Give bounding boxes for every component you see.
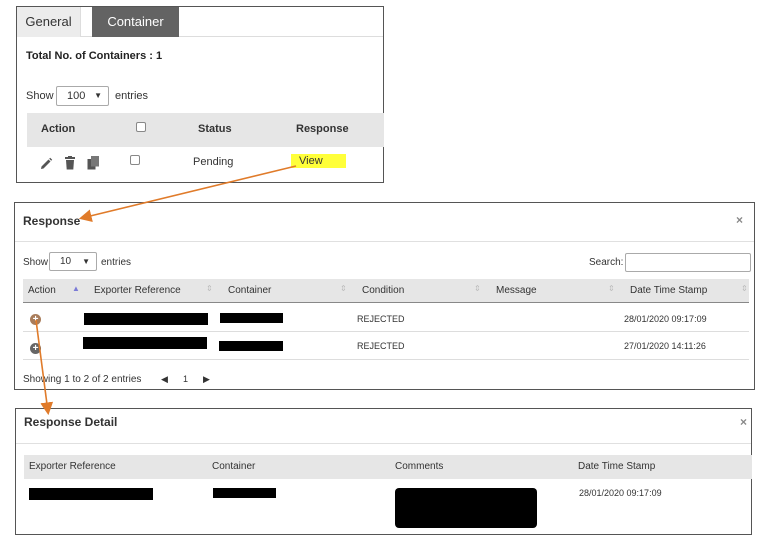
header-status: Status	[198, 123, 232, 135]
caret-down-icon: ▼	[94, 91, 102, 100]
show-label: Show	[23, 257, 49, 268]
entries-select[interactable]: 10 ▼	[49, 252, 97, 271]
redacted-container	[220, 313, 283, 323]
entries-select-value: 100	[67, 90, 86, 102]
sort-asc-icon: ▲	[72, 284, 80, 293]
table-row: + REJECTED 27/01/2020 14:11:26	[23, 332, 749, 360]
sort-icon: ⇕	[741, 284, 748, 293]
close-icon[interactable]: ×	[736, 213, 743, 227]
search-input[interactable]	[625, 253, 751, 272]
header-exporter-reference: Exporter Reference	[29, 461, 116, 472]
row-condition: REJECTED	[357, 341, 405, 351]
redacted-container	[219, 341, 283, 351]
redacted-comments	[395, 488, 537, 528]
row-timestamp: 28/01/2020 09:17:09	[624, 314, 707, 324]
header-action[interactable]: Action	[28, 285, 56, 296]
header-response: Response	[296, 123, 349, 135]
tab-container[interactable]: Container	[92, 7, 179, 37]
sort-icon: ⇕	[608, 284, 615, 293]
table-row: 28/01/2020 09:17:09	[24, 479, 752, 535]
header-date-time-stamp[interactable]: Date Time Stamp	[630, 285, 707, 296]
response-detail-title: Response Detail	[24, 415, 118, 429]
table-info: Showing 1 to 2 of 2 entries	[23, 374, 142, 385]
table-row: + REJECTED 28/01/2020 09:17:09	[23, 304, 749, 332]
sort-icon: ⇕	[474, 284, 481, 293]
entries-control: Show 100 ▼ entries	[26, 86, 148, 111]
container-panel: General Container Total No. of Container…	[16, 6, 384, 183]
header-comments: Comments	[395, 461, 444, 472]
expand-plus-icon[interactable]: +	[30, 343, 41, 354]
response-modal: Response × Show 10 ▼ entries Search: Act…	[14, 202, 755, 390]
response-view-link[interactable]: View	[291, 154, 346, 168]
search-label: Search:	[589, 257, 624, 268]
close-icon[interactable]: ×	[740, 415, 747, 429]
next-page-icon[interactable]: ▶	[203, 374, 210, 385]
total-containers-label: Total No. of Containers : 1	[26, 50, 163, 62]
title-divider	[16, 443, 751, 444]
redacted-container	[213, 488, 276, 498]
row-checkbox[interactable]	[130, 155, 140, 165]
table-header: Action Status Response	[27, 113, 384, 147]
title-divider	[15, 241, 754, 242]
header-exporter-reference[interactable]: Exporter Reference	[94, 285, 181, 296]
header-action: Action	[41, 123, 76, 135]
select-all-checkbox[interactable]	[136, 122, 146, 132]
row-status: Pending	[193, 156, 234, 168]
row-timestamp: 28/01/2020 09:17:09	[579, 488, 662, 498]
response-detail-modal: Response Detail × Exporter Reference Con…	[15, 408, 752, 535]
header-container: Container	[212, 461, 256, 472]
redacted-exporter-reference	[83, 337, 207, 349]
table-header: Action ▲ Exporter Reference ⇕ Container …	[23, 279, 749, 303]
page-1-button[interactable]: 1	[183, 374, 188, 384]
tab-general[interactable]: General	[17, 7, 81, 37]
show-label: Show	[26, 90, 54, 102]
tab-bar: General Container	[17, 7, 383, 37]
entries-select-value: 10	[60, 256, 72, 267]
redacted-exporter-reference	[29, 488, 153, 500]
header-condition[interactable]: Condition	[362, 285, 404, 296]
row-condition: REJECTED	[357, 314, 405, 324]
response-modal-title: Response	[23, 214, 81, 228]
prev-page-icon[interactable]: ◀	[161, 374, 168, 385]
edit-pencil-icon[interactable]	[39, 157, 53, 174]
delete-trash-icon[interactable]	[64, 156, 76, 173]
caret-down-icon: ▼	[82, 257, 90, 266]
table-header: Exporter Reference Container Comments Da…	[24, 455, 752, 479]
row-timestamp: 27/01/2020 14:11:26	[624, 341, 706, 351]
redacted-exporter-reference	[84, 313, 208, 325]
sort-icon: ⇕	[340, 284, 347, 293]
table-row: Pending View	[27, 147, 384, 183]
entries-label: entries	[101, 257, 132, 268]
header-container[interactable]: Container	[228, 285, 271, 296]
expand-plus-icon[interactable]: +	[30, 314, 41, 325]
entries-label: entries	[115, 90, 149, 102]
header-message[interactable]: Message	[496, 285, 537, 296]
sort-icon: ⇕	[206, 284, 213, 293]
copy-icon[interactable]	[87, 156, 100, 173]
header-date-time-stamp: Date Time Stamp	[578, 461, 656, 472]
entries-select[interactable]: 100 ▼	[56, 86, 109, 106]
